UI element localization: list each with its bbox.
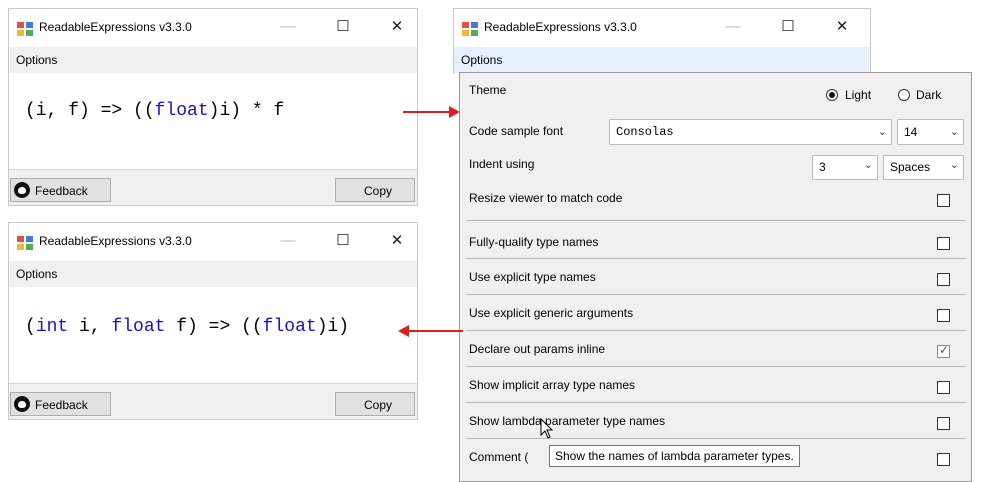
options-menu[interactable]: Options xyxy=(16,267,57,281)
maximize-icon[interactable]: ☐ xyxy=(777,15,799,39)
indent-count-value: 3 xyxy=(819,160,826,174)
copy-label: Copy xyxy=(364,184,393,198)
setting-label-explicit-generic-args: Use explicit generic arguments xyxy=(469,306,634,320)
code-token: f) => (( xyxy=(165,317,263,337)
options-menu[interactable]: Options xyxy=(16,53,57,67)
window-title: ReadableExpressions v3.3.0 xyxy=(39,234,192,248)
font-label: Code sample font xyxy=(469,124,564,138)
window-title: ReadableExpressions v3.3.0 xyxy=(484,20,637,34)
resize-checkbox[interactable] xyxy=(937,194,950,207)
maximize-icon[interactable]: ☐ xyxy=(332,15,354,39)
theme-dark-label[interactable]: Dark xyxy=(916,88,941,102)
minimize-icon[interactable]: — xyxy=(277,229,299,253)
chevron-down-icon: ⌄ xyxy=(949,126,959,138)
code-token: )i) * f xyxy=(208,101,285,121)
indent-type-value: Spaces xyxy=(890,160,931,174)
font-size-value: 14 xyxy=(904,125,918,139)
row-divider xyxy=(466,258,966,259)
viewer-window-top: ReadableExpressions v3.3.0 — ☐ ✕ Options… xyxy=(8,8,418,206)
setting-label-explicit-type-names: Use explicit type names xyxy=(469,270,596,284)
setting-label-fully-qualify: Fully-qualify type names xyxy=(469,235,599,249)
code-display: (int i, float f) => ((float)i) xyxy=(25,317,349,337)
resize-label: Resize viewer to match code xyxy=(469,191,623,205)
title-bar[interactable]: ReadableExpressions v3.3.0 — ☐ ✕ xyxy=(9,223,417,261)
options-divider xyxy=(466,220,966,221)
maximize-icon[interactable]: ☐ xyxy=(332,229,354,253)
setting-checkbox-lambda-param-types[interactable] xyxy=(937,417,950,430)
feedback-button[interactable]: Feedback xyxy=(10,178,111,202)
indent-label: Indent using xyxy=(469,157,535,171)
minimize-icon[interactable]: — xyxy=(722,15,744,39)
setting-checkbox-out-params-inline[interactable] xyxy=(937,343,950,358)
row-divider xyxy=(466,330,966,331)
app-icon xyxy=(17,236,33,250)
options-menu-active[interactable]: Options xyxy=(461,53,502,67)
font-select-value: Consolas xyxy=(616,125,674,139)
app-icon xyxy=(17,22,33,36)
indent-type-select[interactable]: Spaces ⌄ xyxy=(883,155,964,180)
chevron-down-icon: ⌄ xyxy=(863,159,873,171)
github-icon xyxy=(14,396,30,412)
indent-count-select[interactable]: 3 ⌄ xyxy=(812,155,878,180)
row-divider xyxy=(466,366,966,367)
theme-light-label[interactable]: Light xyxy=(845,88,871,102)
arrow-shaft xyxy=(403,111,451,113)
window-title: ReadableExpressions v3.3.0 xyxy=(39,20,192,34)
app-icon xyxy=(462,22,478,36)
row-divider xyxy=(466,402,966,403)
row-divider xyxy=(466,294,966,295)
copy-button[interactable]: Copy xyxy=(335,178,415,202)
feedback-button[interactable]: Feedback xyxy=(10,392,111,416)
code-token: i, xyxy=(68,317,112,337)
viewer-footer: Feedback Copy xyxy=(9,383,417,419)
minimize-icon[interactable]: — xyxy=(277,15,299,39)
setting-label-comment: Comment ( xyxy=(469,450,529,464)
code-display: (i, f) => ((float)i) * f xyxy=(25,101,284,121)
chevron-down-icon: ⌄ xyxy=(949,159,959,171)
options-window: ReadableExpressions v3.3.0 — ☐ ✕ Options xyxy=(453,8,871,74)
chevron-down-icon: ⌄ xyxy=(877,126,887,138)
copy-label: Copy xyxy=(364,398,393,412)
viewer-footer: Feedback Copy xyxy=(9,169,417,205)
title-bar[interactable]: ReadableExpressions v3.3.0 — ☐ ✕ xyxy=(454,9,870,47)
arrow-head-left xyxy=(398,325,409,337)
code-keyword: float xyxy=(111,317,166,337)
close-icon[interactable]: ✕ xyxy=(386,229,408,253)
code-keyword: float xyxy=(154,101,209,121)
copy-button[interactable]: Copy xyxy=(335,392,415,416)
feedback-label: Feedback xyxy=(35,398,88,412)
mouse-pointer-icon xyxy=(540,418,554,439)
close-icon[interactable]: ✕ xyxy=(386,15,408,39)
font-select[interactable]: Consolas ⌄ xyxy=(609,119,892,145)
code-keyword: float xyxy=(262,317,317,337)
menu-bar: Options xyxy=(454,47,870,73)
setting-checkbox-explicit-generic-args[interactable] xyxy=(937,309,950,322)
setting-label-lambda-param-types: Show lambda parameter type names xyxy=(469,414,666,428)
close-icon[interactable]: ✕ xyxy=(831,15,853,39)
setting-checkbox-fully-qualify[interactable] xyxy=(937,237,950,250)
title-bar[interactable]: ReadableExpressions v3.3.0 — ☐ ✕ xyxy=(9,9,417,47)
viewer-window-bottom: ReadableExpressions v3.3.0 — ☐ ✕ Options… xyxy=(8,222,418,420)
font-size-select[interactable]: 14 ⌄ xyxy=(897,119,964,145)
code-keyword: int xyxy=(35,317,69,337)
theme-light-radio[interactable] xyxy=(826,89,838,101)
theme-label: Theme xyxy=(469,83,507,97)
setting-checkbox-comment[interactable] xyxy=(937,453,950,466)
menu-bar: Options xyxy=(9,261,417,287)
setting-label-implicit-array-types: Show implicit array type names xyxy=(469,378,636,392)
setting-label-out-params-inline: Declare out params inline xyxy=(469,342,606,356)
menu-bar: Options xyxy=(9,47,417,73)
tooltip: Show the names of lambda parameter types… xyxy=(549,445,800,467)
arrow-shaft xyxy=(409,330,463,332)
code-token: (i, f) => (( xyxy=(25,101,155,121)
code-token: )i) xyxy=(316,317,350,337)
setting-checkbox-implicit-array-types[interactable] xyxy=(937,381,950,394)
arrow-head-right xyxy=(449,106,460,118)
github-icon xyxy=(14,182,30,198)
code-token: ( xyxy=(25,317,36,337)
feedback-label: Feedback xyxy=(35,184,88,198)
theme-dark-radio[interactable] xyxy=(898,89,910,101)
setting-checkbox-explicit-type-names[interactable] xyxy=(937,273,950,286)
